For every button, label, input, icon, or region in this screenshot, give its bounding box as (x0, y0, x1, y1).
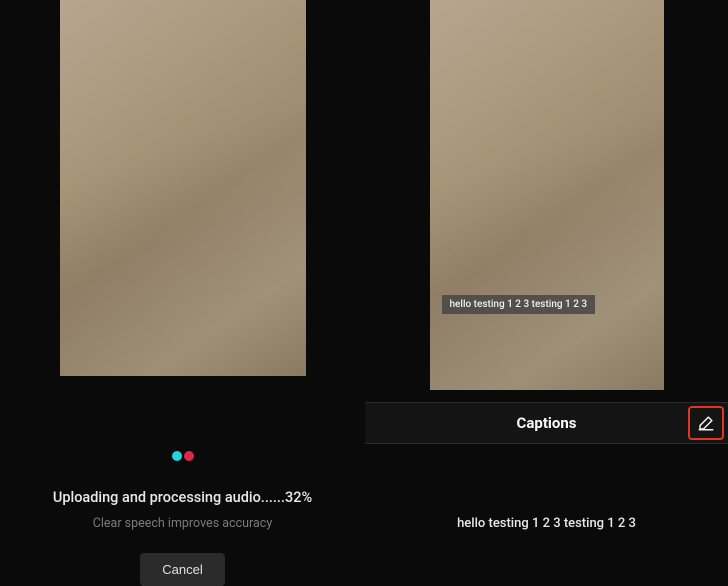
loading-indicator (172, 451, 194, 461)
loading-dot-cyan (172, 451, 182, 461)
caption-line[interactable]: hello testing 1 2 3 testing 1 2 3 (457, 516, 636, 586)
loading-dot-red (184, 451, 194, 461)
edit-captions-button[interactable] (688, 406, 724, 440)
video-preview (60, 0, 306, 376)
cancel-button[interactable]: Cancel (140, 553, 224, 586)
captions-header-bar: Captions (365, 402, 728, 444)
captions-list: hello testing 1 2 3 testing 1 2 3 (365, 444, 728, 586)
accuracy-hint-text: Clear speech improves accuracy (93, 516, 273, 531)
video-preview: hello testing 1 2 3 testing 1 2 3 (430, 0, 664, 390)
captions-title: Captions (517, 414, 577, 432)
processing-status-text: Uploading and processing audio......32% (53, 489, 312, 506)
processing-status-section: Uploading and processing audio......32% … (0, 376, 365, 586)
caption-overlay-text: hello testing 1 2 3 testing 1 2 3 (442, 295, 596, 314)
upload-processing-panel: Uploading and processing audio......32% … (0, 0, 365, 586)
pencil-icon (697, 414, 715, 432)
captions-panel: hello testing 1 2 3 testing 1 2 3 Captio… (365, 0, 728, 586)
